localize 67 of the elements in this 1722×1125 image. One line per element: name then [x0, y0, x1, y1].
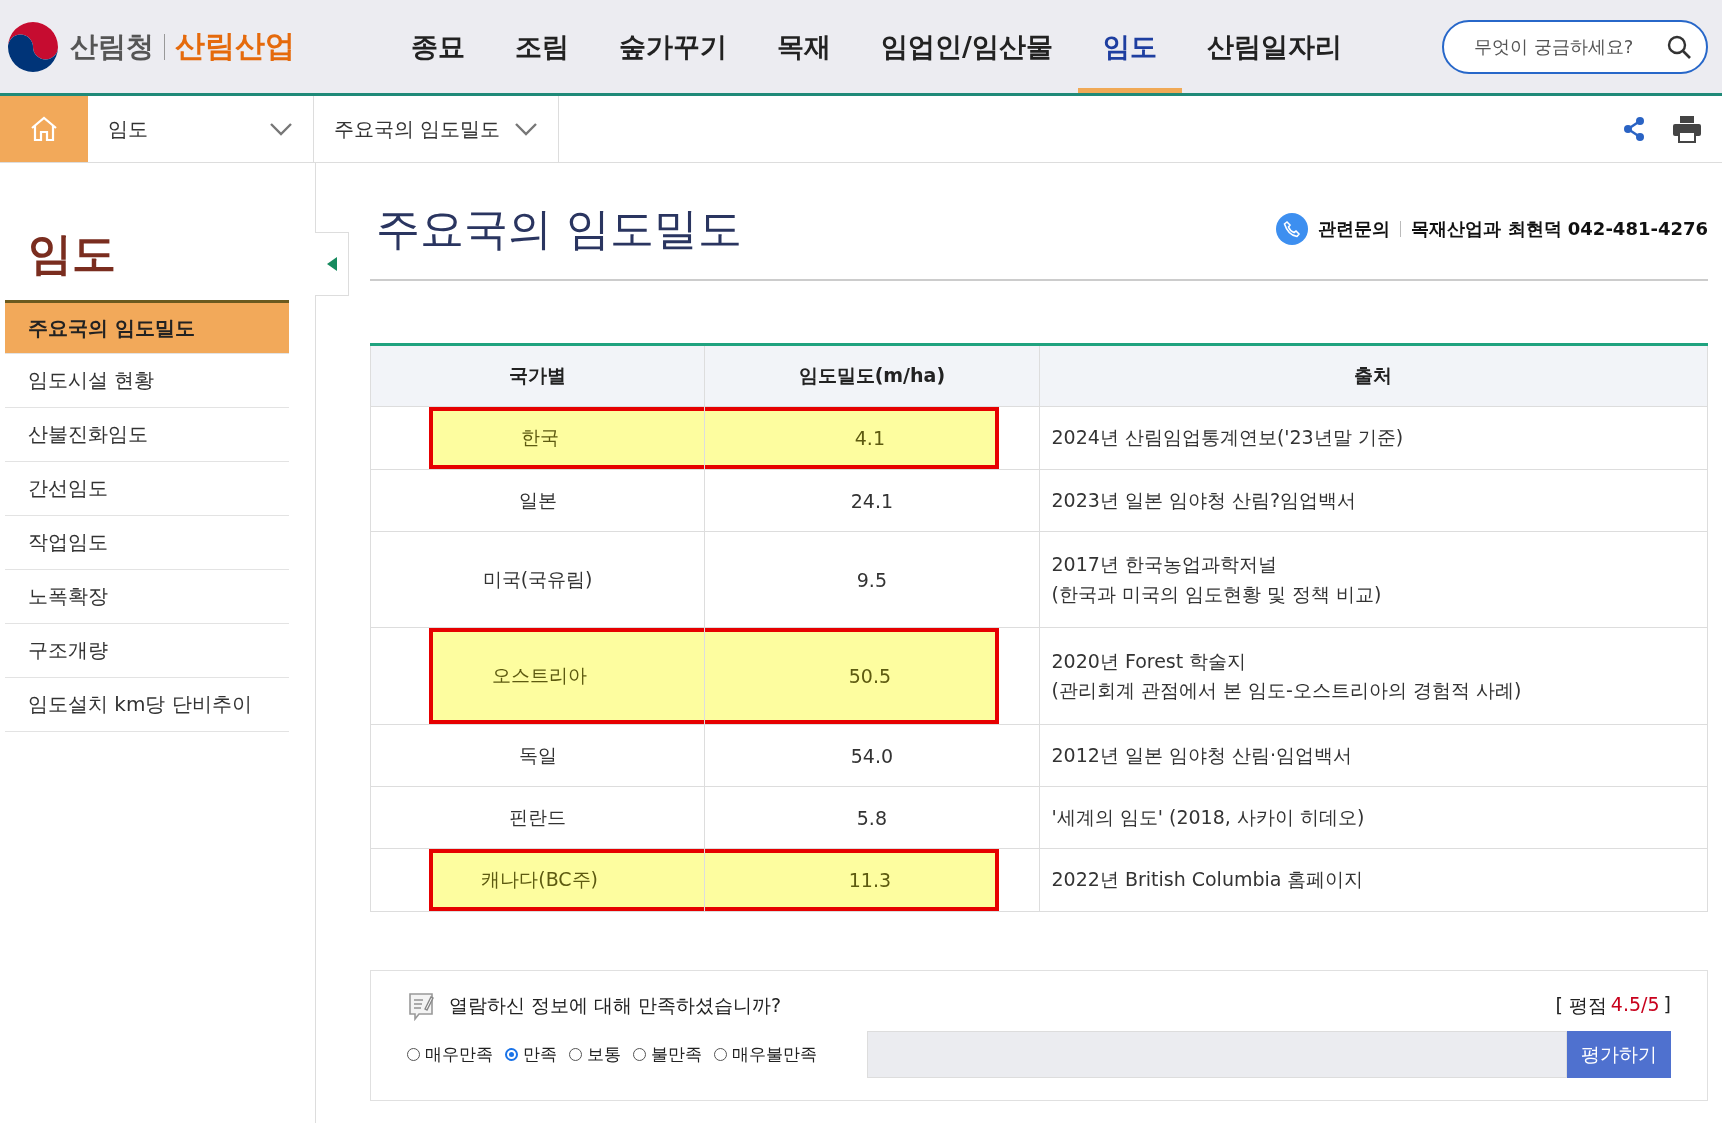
page-title: 주요국의 임도밀도: [376, 201, 742, 256]
table-cell: 일본: [370, 469, 705, 532]
column-header: 임도밀도(m/ha): [704, 344, 1039, 407]
rating-bracket: ]: [1663, 993, 1671, 1017]
radio-button[interactable]: [505, 1048, 518, 1061]
sidebar-title: 임도: [28, 227, 117, 281]
search-field[interactable]: 무엇이 궁금하세요?: [1442, 19, 1708, 74]
share-icon[interactable]: [1622, 116, 1646, 142]
column-header: 출처: [1039, 344, 1708, 407]
rating-option[interactable]: 만족: [505, 1043, 557, 1066]
table-cell: 24.1: [704, 469, 1039, 532]
radio-button[interactable]: [714, 1048, 727, 1061]
table-cell: 5.8: [704, 786, 1039, 849]
source-line: 2023년 일본 임야청 산림?임업백서: [1051, 487, 1358, 513]
highlight-cell: 한국: [429, 407, 705, 469]
nav-item[interactable]: 임도: [1077, 0, 1182, 93]
agency-name[interactable]: 산림청: [70, 27, 154, 66]
phone-icon: [1276, 213, 1309, 245]
print-icon[interactable]: [1672, 115, 1702, 143]
source-line: (한국과 미국의 임도현황 및 정책 비교): [1051, 581, 1383, 607]
chevron-icon: [269, 122, 293, 136]
source-line: (관리회계 관점에서 본 임도-오스트리아의 경험적 사례): [1051, 678, 1523, 703]
rating-value: 4.5/5: [1610, 993, 1660, 1017]
nav-item[interactable]: 조림: [490, 0, 594, 93]
highlight-cell: 4.1: [705, 407, 999, 469]
rating-label: [ 평점: [1555, 993, 1607, 1018]
nav-item[interactable]: 숲가꾸기: [594, 0, 752, 93]
radio-button[interactable]: [569, 1048, 582, 1061]
rating-option[interactable]: 매우불만족: [714, 1043, 817, 1066]
nav-item[interactable]: 산림일자리: [1181, 0, 1367, 93]
table-cell: 미국(국유림): [370, 531, 705, 628]
source-line: 2024년 산림임업통계연보('23년말 기준): [1051, 425, 1405, 451]
source-line: '세계의 임도' (2018, 사카이 히데오): [1051, 804, 1366, 830]
contact-label: 관련문의: [1318, 217, 1391, 241]
highlight-cell: 11.3: [705, 849, 999, 911]
memo-icon: [407, 991, 437, 1021]
source-line: 2022년 British Columbia 홈페이지: [1051, 867, 1365, 893]
source-line: 2020년 Forest 학술지: [1051, 648, 1248, 674]
rating-option[interactable]: 매우만족: [407, 1043, 493, 1066]
highlight-cell: 캐나다(BC주): [429, 849, 705, 911]
rating-option[interactable]: 보통: [569, 1043, 621, 1066]
table-cell: 독일: [370, 724, 705, 787]
submit-button[interactable]: 평가하기: [1567, 1031, 1671, 1078]
search-icon[interactable]: [1666, 33, 1692, 60]
nav-item[interactable]: 종묘: [386, 0, 490, 93]
collapse-toggle[interactable]: [315, 232, 349, 296]
source-line: 2012년 일본 임야청 산림·임업백서: [1051, 742, 1353, 768]
home-icon: [29, 115, 59, 143]
triangle-left-icon: [326, 257, 337, 271]
table-cell: 9.5: [704, 531, 1039, 628]
radio-button[interactable]: [633, 1048, 646, 1061]
table-cell: 핀란드: [370, 786, 705, 849]
feedback-question: 열람하신 정보에 대해 만족하셨습니까?: [449, 993, 782, 1018]
nav-item[interactable]: 임업인/임산물: [856, 0, 1078, 93]
chevron-icon: [514, 122, 539, 136]
highlight-cell: 50.5: [705, 628, 999, 724]
emblem-icon: [6, 19, 60, 74]
rating-option[interactable]: 불만족: [633, 1043, 702, 1066]
table-cell: 54.0: [704, 724, 1039, 787]
highlight-cell: 오스트리아: [429, 628, 705, 724]
source-line: 2017년 한국농업과학저널: [1051, 552, 1278, 578]
contact-info: 목재산업과 최현덕 042-481-4276: [1411, 217, 1708, 241]
radio-button[interactable]: [407, 1048, 420, 1061]
sidebar-item[interactable]: 주요국의 임도밀도: [5, 300, 289, 354]
column-header: 국가별: [370, 344, 705, 407]
comment-field[interactable]: [867, 1031, 1567, 1078]
nav-item[interactable]: 목재: [752, 0, 856, 93]
